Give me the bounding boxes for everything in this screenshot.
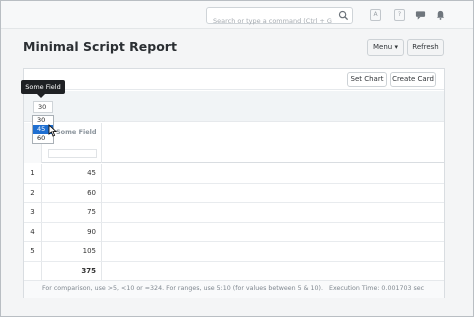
- search-box[interactable]: [206, 7, 353, 29]
- create-card-button[interactable]: Create Card: [390, 72, 436, 87]
- row-value[interactable]: 75: [43, 203, 102, 222]
- row-index: 3: [24, 203, 42, 222]
- filter-area: 30: [24, 91, 444, 122]
- some-field-select[interactable]: 30: [33, 101, 53, 113]
- search-input[interactable]: [207, 13, 332, 29]
- total-index: [24, 261, 42, 281]
- table-header: Some Field: [24, 123, 444, 163]
- help-icon[interactable]: ?: [394, 9, 405, 21]
- tooltip-arrow: [37, 94, 45, 98]
- search-icon[interactable]: [338, 10, 349, 21]
- column-filter-input[interactable]: [48, 149, 97, 158]
- table-row[interactable]: 1 45: [24, 164, 444, 184]
- column-header-label: Some Field: [56, 128, 97, 136]
- bell-icon[interactable]: [435, 9, 446, 21]
- row-index: 4: [24, 222, 42, 242]
- table-row[interactable]: 5 105: [24, 242, 444, 262]
- row-index: 2: [24, 183, 42, 203]
- total-row: 375: [24, 261, 444, 281]
- table-row[interactable]: 3 75: [24, 203, 444, 223]
- filter-hint: For comparison, use >5, <10 or =324. For…: [42, 285, 324, 292]
- row-value[interactable]: 90: [43, 222, 102, 242]
- table-row[interactable]: 4 90: [24, 222, 444, 242]
- row-value[interactable]: 60: [43, 183, 102, 203]
- mouse-cursor-icon: [48, 124, 57, 137]
- report-footer: For comparison, use >5, <10 or =324. For…: [24, 280, 444, 298]
- menu-button[interactable]: Menu ▾: [367, 39, 404, 56]
- row-index: 1: [24, 164, 42, 183]
- report-toolbar: Set Chart Create Card: [24, 69, 444, 90]
- report-card: Set Chart Create Card 30 Some Field 1 45…: [23, 68, 445, 298]
- table-row[interactable]: 2 60: [24, 183, 444, 203]
- refresh-button[interactable]: Refresh: [407, 39, 444, 56]
- app-window: A ? Minimal Script Report Menu ▾ Refresh…: [0, 0, 474, 317]
- set-chart-button[interactable]: Set Chart: [347, 72, 387, 87]
- row-index: 5: [24, 242, 42, 261]
- row-value[interactable]: 105: [43, 242, 102, 261]
- chat-icon[interactable]: [415, 9, 426, 21]
- app-icon[interactable]: A: [370, 9, 381, 21]
- field-tooltip: Some Field: [21, 80, 65, 94]
- row-value[interactable]: 45: [43, 164, 102, 183]
- total-value: 375: [43, 261, 102, 281]
- table-body: 1 45 2 60 3 75 4 90 5 105 375: [24, 164, 444, 281]
- page-title: Minimal Script Report: [23, 39, 177, 54]
- execution-time: Execution Time: 0.001703 sec: [329, 285, 425, 292]
- navbar: A ?: [1, 1, 473, 29]
